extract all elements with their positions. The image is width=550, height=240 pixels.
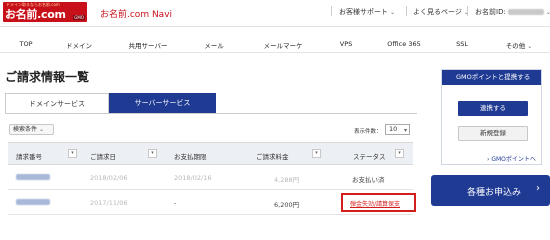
invoice-date: 2017/11/06 [90, 199, 128, 207]
tab-server-service[interactable]: サーバーサービス [109, 93, 216, 114]
filter-dropdown[interactable]: 検索条件 ⌄ [9, 124, 54, 135]
apply-button[interactable]: 各種お申込み › [431, 175, 550, 206]
gmo-point-link[interactable]: › GMOポイントへ [487, 154, 536, 163]
nav-mail-marketing[interactable]: メールマーケ [264, 40, 303, 50]
per-page-select[interactable]: 10 ▾ [385, 124, 410, 135]
filter-label: 検索条件 [13, 126, 38, 133]
invoice-number-link[interactable] [16, 198, 50, 206]
status-highlight: 弾金失効/請算保支 [341, 193, 416, 212]
invoice-amount: 4,288円 [274, 176, 300, 184]
gmo-point-panel: GMOポイントと提携する 連携する 新規登録 › GMOポイントへ [441, 69, 542, 165]
per-page-label: 表示件数： [354, 129, 382, 135]
brand-title[interactable]: お名前.com Navi [100, 7, 172, 20]
table-header: 請求番号 ▾ ご請求日 ▾ お支払期限 ご請求料金 ▾ ステータス ▾ [8, 142, 413, 165]
chevron-down-icon: ⌄ [39, 126, 45, 133]
invoice-amount: 6,200円 [274, 201, 300, 209]
table-row: 2018/02/06 2018/02/16 4,288円 お支払い済 [8, 165, 413, 190]
chevron-down-icon: ▾ [403, 127, 407, 134]
customer-id-redacted [507, 9, 544, 15]
onamae-logo[interactable]: ドメイン取るならお名前.com お名前.com GMO [3, 2, 87, 22]
table-row: 2017/11/06 - 6,200円 弾金失効/請算保支 [8, 190, 416, 215]
col-amount: ご請求料金 [256, 153, 289, 161]
sort-icon[interactable]: ▾ [68, 149, 77, 158]
customer-id-menu[interactable]: お名前ID: ⌄ [475, 7, 550, 17]
register-button[interactable]: 新規登録 [458, 126, 528, 141]
link-account-button[interactable]: 連携する [458, 101, 528, 116]
invoice-number-link[interactable] [16, 173, 50, 181]
nav-vps[interactable]: VPS [340, 40, 353, 48]
logo-text: お名前.com [5, 8, 66, 21]
gmo-badge: GMO [73, 15, 85, 20]
faq-label: よく見るページ [413, 8, 462, 16]
sort-icon[interactable]: ▾ [312, 149, 321, 158]
chevron-right-icon: › [536, 183, 540, 194]
col-due-date: お支払期限 [174, 153, 207, 161]
customer-id-label: お名前ID [475, 8, 504, 16]
apply-button-label: 各種お申込み [467, 188, 522, 198]
due-date: 2018/02/16 [174, 174, 212, 182]
nav-domain[interactable]: ドメイン [66, 40, 92, 50]
chevron-down-icon: ⌄ [545, 9, 550, 16]
support-menu[interactable]: お客様サポート ⌄ [339, 7, 395, 17]
status-badge: お支払い済 [352, 176, 385, 184]
sort-icon[interactable]: ▾ [148, 149, 157, 158]
nav-ssl[interactable]: SSL [456, 40, 468, 48]
tab-divider [5, 113, 417, 114]
invoice-date: 2018/02/06 [90, 174, 128, 182]
invoice-number-redacted [16, 174, 50, 180]
gmo-point-link-label: GMOポイントへ [491, 156, 536, 163]
invoice-table: 請求番号 ▾ ご請求日 ▾ お支払期限 ご請求料金 ▾ ステータス ▾ 2018… [8, 142, 416, 216]
nav-other[interactable]: その他 ⌄ [506, 40, 533, 50]
due-date: - [174, 199, 177, 207]
main-nav: TOP ドメイン 共用サーバー メール メールマーケ VPS Office 36… [0, 34, 550, 53]
col-status: ステータス [353, 153, 386, 161]
header-divider [406, 6, 407, 16]
tab-domain-service[interactable]: ドメインサービス [5, 93, 109, 114]
nav-server[interactable]: 共用サーバー [129, 40, 168, 50]
chevron-down-icon: ⌄ [527, 43, 533, 50]
support-label: お客様サポート [339, 8, 388, 16]
top-header: ドメイン取るならお名前.com お名前.com GMO お名前.com Navi… [0, 0, 550, 27]
status-link[interactable]: 弾金失効/請算保支 [350, 199, 400, 208]
header-divider [331, 6, 332, 16]
page-title: ご請求情報一覧 [5, 70, 90, 84]
gmo-point-heading: GMOポイントと提携する [442, 70, 541, 85]
invoice-number-redacted [16, 199, 50, 205]
header-divider [467, 6, 468, 16]
nav-other-label: その他 [505, 42, 526, 50]
col-invoice-date: ご請求日 [90, 153, 116, 161]
nav-mail[interactable]: メール [204, 40, 224, 50]
col-invoice-number: 請求番号 [16, 153, 42, 161]
per-page-value: 10 [389, 125, 398, 133]
nav-top[interactable]: TOP [19, 40, 32, 48]
chevron-down-icon: ⌄ [390, 9, 396, 16]
faq-menu[interactable]: よく見るページ⌄ [413, 7, 469, 17]
nav-office365[interactable]: Office 365 [387, 40, 420, 48]
sort-icon[interactable]: ▾ [395, 149, 404, 158]
